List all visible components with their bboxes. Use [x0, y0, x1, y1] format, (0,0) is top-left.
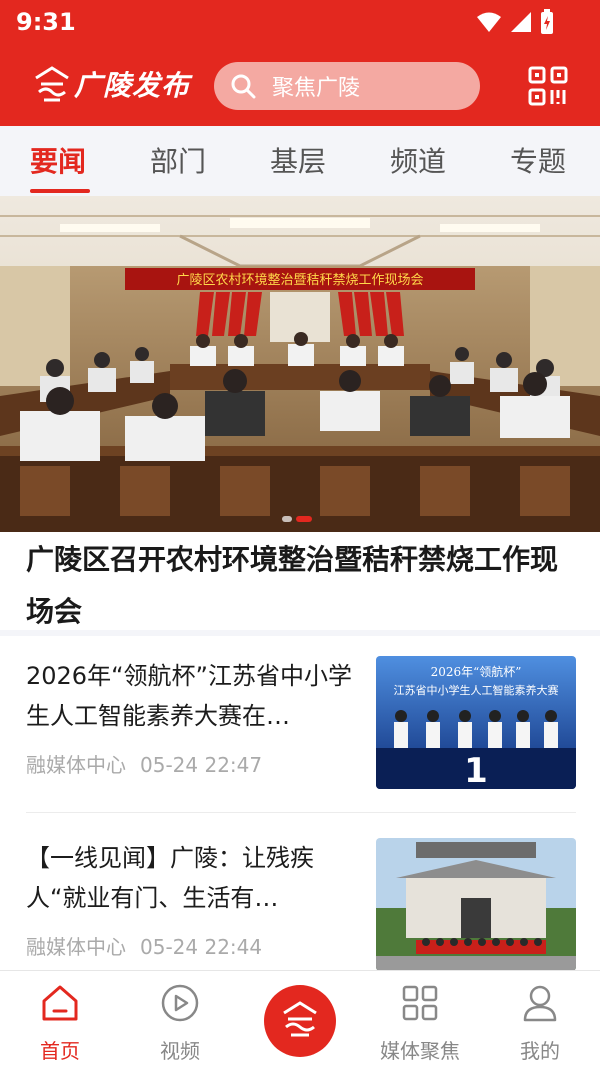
center-logo-button[interactable] [264, 985, 336, 1057]
qr-scan-icon[interactable] [528, 66, 568, 106]
hero-photo: 广陵区农村环境整治暨秸秆禁烧工作现场会 [0, 196, 600, 532]
thumb-headline: 2026年“领航杯” [431, 664, 522, 679]
logo-icon [283, 1001, 317, 1037]
nav-home[interactable]: 首页 [0, 971, 120, 1066]
svg-text:1: 1 [464, 751, 488, 789]
brand-name: 广陵发布 [74, 69, 191, 102]
nav-center[interactable] [240, 971, 360, 1066]
hero-banner-text: 广陵区农村环境整治暨秸秆禁烧工作现场会 [176, 273, 423, 288]
top-header: 9:31 广陵发布 聚焦广陵 [0, 0, 600, 126]
status-bar: 9:31 [0, 0, 600, 46]
nav-label: 首页 [40, 1039, 80, 1063]
news-title: 2026年“领航杯”江苏省中小学生人工智能素养大赛在… [26, 662, 352, 730]
channel-tabs: 要闻 部门 基层 频道 专题 [0, 126, 600, 196]
nav-label: 视频 [160, 1039, 200, 1063]
tab-jiceng[interactable]: 基层 [270, 140, 326, 180]
home-icon [42, 985, 78, 1021]
tab-pindao[interactable]: 频道 [390, 140, 446, 180]
news-thumbnail: 2026年“领航杯” 江苏省中小学生人工智能素养大赛 1 [376, 656, 576, 789]
news-meta: 融媒体中心 05-24 22:44 [26, 931, 262, 960]
tab-yaowen[interactable]: 要闻 [30, 140, 86, 180]
nav-mine[interactable]: 我的 [480, 971, 600, 1066]
brand-mark-icon [35, 66, 69, 102]
grid-icon [402, 985, 438, 1021]
status-time: 9:31 [16, 8, 76, 36]
news-time: 05-24 22:47 [140, 753, 263, 777]
app-bar: 广陵发布 聚焦广陵 [0, 46, 600, 126]
news-title: 【一线见闻】广陵：让残疾人“就业有门、生活有… [26, 844, 314, 912]
hero-carousel[interactable]: 广陵区农村环境整治暨秸秆禁烧工作现场会 [0, 196, 600, 532]
news-item[interactable]: 2026年“领航杯”江苏省中小学生人工智能素养大赛在… 融媒体中心 05-24 2… [0, 636, 600, 796]
nav-label: 媒体聚焦 [380, 1039, 460, 1063]
search-placeholder: 聚焦广陵 [272, 76, 361, 101]
play-icon [161, 984, 199, 1022]
news-time: 05-24 22:44 [140, 935, 263, 959]
battery-icon [541, 9, 553, 34]
search-icon [231, 74, 256, 99]
carousel-dots [282, 516, 312, 522]
news-source: 融媒体中心 [26, 935, 126, 959]
list-divider [26, 812, 576, 813]
carousel-dot-active [296, 516, 312, 522]
news-meta: 融媒体中心 05-24 22:47 [26, 749, 262, 778]
carousel-dot [282, 516, 292, 522]
nav-label: 我的 [520, 1039, 560, 1063]
bottom-nav: 首页 视频 媒体聚焦 我的 [0, 970, 600, 1066]
tab-bumen[interactable]: 部门 [150, 140, 206, 180]
news-item[interactable]: 【一线见闻】广陵：让残疾人“就业有门、生活有… 融媒体中心 05-24 22:44 [0, 818, 600, 978]
status-icons [476, 9, 554, 35]
wifi-icon [477, 12, 501, 32]
user-icon [523, 985, 557, 1022]
news-thumbnail [376, 838, 576, 971]
search-input[interactable]: 聚焦广陵 [214, 62, 480, 110]
nav-video[interactable]: 视频 [120, 971, 240, 1066]
news-source: 融媒体中心 [26, 753, 126, 777]
thumb-subheadline: 江苏省中小学生人工智能素养大赛 [394, 683, 559, 697]
brand-logo[interactable]: 广陵发布 [32, 64, 190, 104]
nav-media-focus[interactable]: 媒体聚焦 [360, 971, 480, 1066]
hero-title[interactable]: 广陵区召开农村环境整治暨秸秆禁烧工作现场会 [26, 534, 576, 638]
tab-zhuanti[interactable]: 专题 [510, 140, 566, 180]
signal-icon [511, 12, 531, 32]
active-tab-indicator [30, 189, 90, 193]
